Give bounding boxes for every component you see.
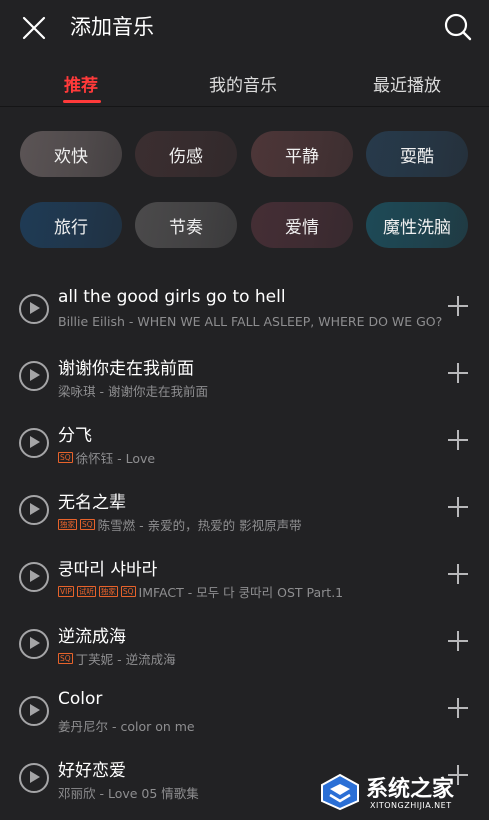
add-song-button[interactable]	[447, 362, 469, 384]
close-icon	[22, 16, 46, 40]
plus-icon	[448, 631, 468, 651]
search-icon	[444, 13, 472, 41]
song-row[interactable]: Color 姜丹尼尔 - color on me	[0, 686, 489, 753]
close-button[interactable]	[18, 12, 50, 44]
song-artist-album: 徐怀钰 - Love	[75, 451, 156, 466]
song-title: 好好恋爱	[58, 761, 126, 781]
song-subtitle-line: 姜丹尼尔 - color on me	[58, 716, 195, 735]
song-subtitle-line: 邓丽欣 - Love 05 情歌集	[58, 783, 199, 802]
quality-badge: 独家	[58, 519, 77, 530]
song-artist-album: Billie Eilish - WHEN WE ALL FALL ASLEEP,…	[58, 314, 443, 329]
song-artist-album: 陈雪燃 - 亲爱的，热爱的 影视原声带	[97, 518, 302, 533]
tab-bar: 推荐 我的音乐 最近播放	[0, 60, 489, 107]
play-button[interactable]	[19, 361, 49, 391]
play-icon	[30, 369, 40, 381]
song-row[interactable]: 谢谢你走在我前面梁咏琪 - 谢谢你走在我前面	[0, 351, 489, 418]
song-subtitle-line: SQ 徐怀钰 - Love	[58, 448, 155, 467]
plus-icon	[448, 296, 468, 316]
tab-recent-play[interactable]: 最近播放	[373, 71, 441, 96]
watermark-text: 系统之家	[366, 777, 455, 802]
song-artist-album: IMFACT - 모두 다 쿵따리 OST Part.1	[138, 585, 344, 600]
tab-my-music[interactable]: 我的音乐	[209, 71, 277, 96]
play-icon	[30, 771, 40, 783]
add-song-button[interactable]	[447, 496, 469, 518]
song-artist-album: 姜丹尼尔 - color on me	[58, 719, 195, 734]
tab-active-indicator	[63, 100, 101, 103]
play-icon	[30, 637, 40, 649]
song-title: 分飞	[58, 426, 92, 446]
play-button[interactable]	[19, 763, 49, 793]
category-chip[interactable]: 耍酷	[366, 131, 468, 177]
play-icon	[30, 436, 40, 448]
plus-icon	[448, 564, 468, 584]
add-song-button[interactable]	[447, 630, 469, 652]
song-artist-album: 丁芙妮 - 逆流成海	[75, 652, 176, 667]
tab-recommend[interactable]: 推荐	[64, 71, 98, 96]
category-chip[interactable]: 魔性洗脑	[366, 202, 468, 248]
song-row[interactable]: 逆流成海 SQ 丁芙妮 - 逆流成海	[0, 619, 489, 686]
song-subtitle-line: Billie Eilish - WHEN WE ALL FALL ASLEEP,…	[58, 314, 442, 329]
song-row[interactable]: 分飞 SQ 徐怀钰 - Love	[0, 418, 489, 485]
song-subtitle-line: VIP 试听 独家 SQ IMFACT - 모두 다 쿵따리 OST Part.1	[58, 582, 343, 601]
song-subtitle-line: SQ 丁芙妮 - 逆流成海	[58, 649, 176, 668]
watermark: 系统之家 XITONGZHIJIA.NET	[318, 769, 486, 815]
song-title: 쿵따리 샤바라	[58, 560, 158, 580]
song-title: 逆流成海	[58, 627, 126, 647]
play-button[interactable]	[19, 495, 49, 525]
add-song-button[interactable]	[447, 295, 469, 317]
song-row[interactable]: all the good girls go to hell Billie Eili…	[0, 284, 489, 351]
category-chip[interactable]: 伤感	[135, 131, 237, 177]
search-button[interactable]	[442, 11, 474, 43]
play-button[interactable]	[19, 629, 49, 659]
add-song-button[interactable]	[447, 429, 469, 451]
plus-icon	[448, 698, 468, 718]
play-icon	[30, 704, 40, 716]
plus-icon	[448, 497, 468, 517]
category-chip[interactable]: 平静	[251, 131, 353, 177]
play-icon	[30, 302, 40, 314]
play-button[interactable]	[19, 294, 49, 324]
plus-icon	[448, 363, 468, 383]
song-title: all the good girls go to hell	[58, 287, 286, 307]
category-chip[interactable]: 旅行	[20, 202, 122, 248]
song-title: 谢谢你走在我前面	[58, 359, 194, 379]
watermark-subtext: XITONGZHIJIA.NET	[370, 801, 452, 810]
play-button[interactable]	[19, 428, 49, 458]
add-song-button[interactable]	[447, 563, 469, 585]
play-icon	[30, 503, 40, 515]
category-chip[interactable]: 爱情	[251, 202, 353, 248]
song-title: 无名之辈	[58, 493, 126, 513]
add-song-button[interactable]	[447, 697, 469, 719]
header: 添加音乐	[0, 0, 489, 55]
song-row[interactable]: 쿵따리 샤바라 VIP 试听 独家 SQ IMFACT - 모두 다 쿵따리 OST Pa…	[0, 552, 489, 619]
song-row[interactable]: 无名之辈独家 SQ 陈雪燃 - 亲爱的，热爱的 影视原声带	[0, 485, 489, 552]
quality-badge: 独家	[98, 586, 118, 597]
category-chip[interactable]: 欢快	[20, 131, 122, 177]
play-icon	[30, 570, 40, 582]
play-button[interactable]	[19, 562, 49, 592]
song-subtitle-line: 梁咏琪 - 谢谢你走在我前面	[58, 381, 208, 400]
song-artist-album: 邓丽欣 - Love 05 情歌集	[58, 786, 199, 801]
page-title: 添加音乐	[70, 15, 154, 39]
play-button[interactable]	[19, 696, 49, 726]
quality-badge: SQ	[120, 586, 136, 597]
quality-badge: VIP	[58, 586, 74, 597]
quality-badge: 试听	[76, 586, 96, 597]
song-subtitle-line: 独家 SQ 陈雪燃 - 亲爱的，热爱的 影视原声带	[58, 515, 302, 534]
watermark-logo-icon	[321, 773, 359, 811]
quality-badge: SQ	[58, 452, 73, 463]
song-title: Color	[58, 689, 103, 709]
quality-badge: SQ	[80, 519, 95, 530]
quality-badge: SQ	[58, 653, 73, 664]
song-artist-album: 梁咏琪 - 谢谢你走在我前面	[58, 384, 208, 399]
category-chip[interactable]: 节奏	[135, 202, 237, 248]
plus-icon	[448, 430, 468, 450]
